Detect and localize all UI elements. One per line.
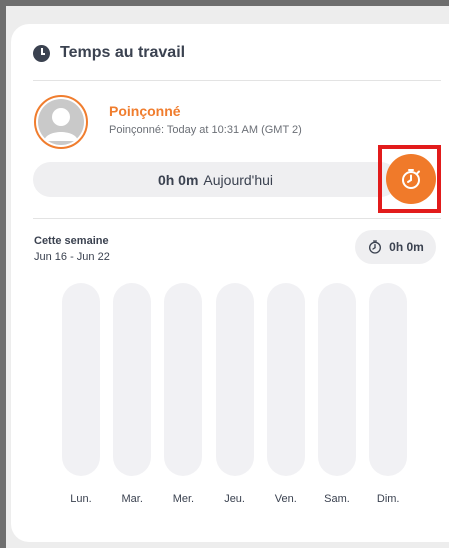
day-bar bbox=[62, 283, 100, 476]
user-avatar-icon bbox=[38, 99, 84, 145]
today-duration: 0h 0m bbox=[157, 171, 199, 188]
today-duration-pill: 0h 0m Aujourd'hui bbox=[33, 162, 398, 197]
day-bar bbox=[215, 283, 254, 476]
day-bar bbox=[164, 283, 203, 476]
card-header: Temps au travail bbox=[33, 44, 185, 62]
status-detail: Poinçonné: Today at 10:31 AM (GMT 2) bbox=[109, 124, 302, 136]
week-label: Cette semaine bbox=[34, 235, 109, 247]
day-label: Jeu. bbox=[224, 493, 245, 505]
stopwatch-icon bbox=[369, 240, 382, 254]
stopwatch-icon bbox=[402, 169, 420, 189]
day-label: Sam. bbox=[324, 493, 350, 505]
avatar bbox=[34, 95, 88, 149]
week-total: 0h 0m bbox=[389, 240, 424, 254]
clock-in-button[interactable] bbox=[386, 154, 436, 204]
day-label: Mer. bbox=[172, 493, 195, 505]
status-name: Poinçonné bbox=[109, 103, 181, 119]
day-label: Mar. bbox=[121, 493, 143, 505]
day-bar bbox=[266, 283, 305, 476]
week-range: Jun 16 - Jun 22 bbox=[34, 251, 110, 263]
clock-icon bbox=[33, 44, 50, 62]
section-divider bbox=[33, 218, 441, 219]
day-bar bbox=[318, 283, 356, 476]
week-total-badge: 0h 0m bbox=[355, 230, 436, 264]
day-label: Dim. bbox=[376, 493, 400, 505]
header-divider bbox=[33, 80, 441, 81]
day-bar bbox=[113, 283, 152, 476]
card-title: Temps au travail bbox=[60, 44, 186, 61]
today-label: Aujourd'hui bbox=[203, 171, 274, 188]
day-label: Lun. bbox=[70, 493, 92, 505]
day-label: Ven. bbox=[274, 493, 297, 505]
day-bar bbox=[369, 283, 408, 476]
